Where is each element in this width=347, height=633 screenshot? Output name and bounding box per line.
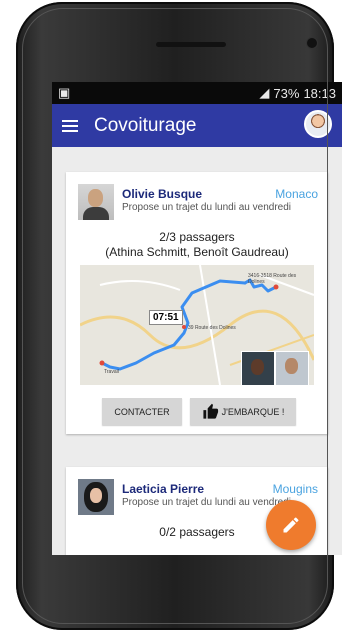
driver-name[interactable]: Laeticia Pierre: [122, 482, 204, 496]
passengers-info: 2/3 passagers (Athina Schmitt, Benoît Ga…: [66, 230, 328, 260]
trip-list[interactable]: Olivie Busque Monaco Propose un trajet d…: [52, 147, 342, 555]
phone-speaker: [156, 42, 226, 47]
driver-city: Mougins: [272, 482, 318, 496]
driver-avatar[interactable]: [78, 184, 114, 220]
trip-description: Propose un trajet du lundi au vendredi: [122, 497, 292, 508]
map-drawing: [80, 265, 314, 385]
passenger-photo[interactable]: [275, 351, 309, 385]
status-bar: ▣ ◢ 73% 18:13: [52, 82, 342, 104]
driver-avatar[interactable]: [78, 479, 114, 515]
battery-percent: 73%: [273, 85, 300, 101]
driver-name[interactable]: Olivie Busque: [122, 187, 202, 201]
hamburger-menu-icon[interactable]: [62, 119, 78, 132]
join-button-label: J'EMBARQUE !: [221, 406, 285, 417]
card-header: Olivie Busque Monaco Propose un trajet d…: [66, 172, 328, 220]
route-map[interactable]: 07:51 3416-3518 Route des Dolines 39 Rou…: [80, 265, 314, 385]
status-right: ◢ 73% 18:13: [259, 85, 336, 101]
thumbs-up-icon: [203, 403, 218, 419]
clock: 18:13: [303, 85, 336, 101]
passenger-photo[interactable]: [241, 351, 275, 385]
map-label-start: 3416-3518 Route des Dolines: [248, 273, 297, 285]
image-notification-icon: ▣: [58, 85, 71, 100]
trip-description: Propose un trajet du lundi au vendredi: [122, 202, 292, 213]
app-title: Covoiturage: [94, 114, 197, 136]
driver-city: Monaco: [275, 187, 318, 201]
app-bar: Covoiturage: [52, 104, 342, 147]
pencil-icon: [283, 517, 299, 533]
screen: ▣ ◢ 73% 18:13 Covoiturage Olivie Busque …: [52, 82, 342, 555]
phone-camera: [306, 37, 318, 49]
passengers-names: (Athina Schmitt, Benoît Gaudreau): [105, 245, 289, 259]
fab-edit-button[interactable]: [266, 500, 316, 550]
signal-icon: ◢: [259, 85, 270, 100]
map-label-mid: 39 Route des Dolines: [188, 325, 236, 331]
map-label-end: Travail: [104, 369, 119, 375]
passengers-count: 2/3 passagers: [159, 230, 235, 244]
card-actions: CONTACTER J'EMBARQUE !: [102, 398, 296, 425]
trip-card[interactable]: Olivie Busque Monaco Propose un trajet d…: [66, 172, 328, 434]
travel-time-badge: 07:51: [149, 310, 183, 325]
join-button[interactable]: J'EMBARQUE !: [190, 398, 296, 425]
contact-button[interactable]: CONTACTER: [102, 398, 182, 425]
user-avatar[interactable]: [304, 110, 332, 138]
